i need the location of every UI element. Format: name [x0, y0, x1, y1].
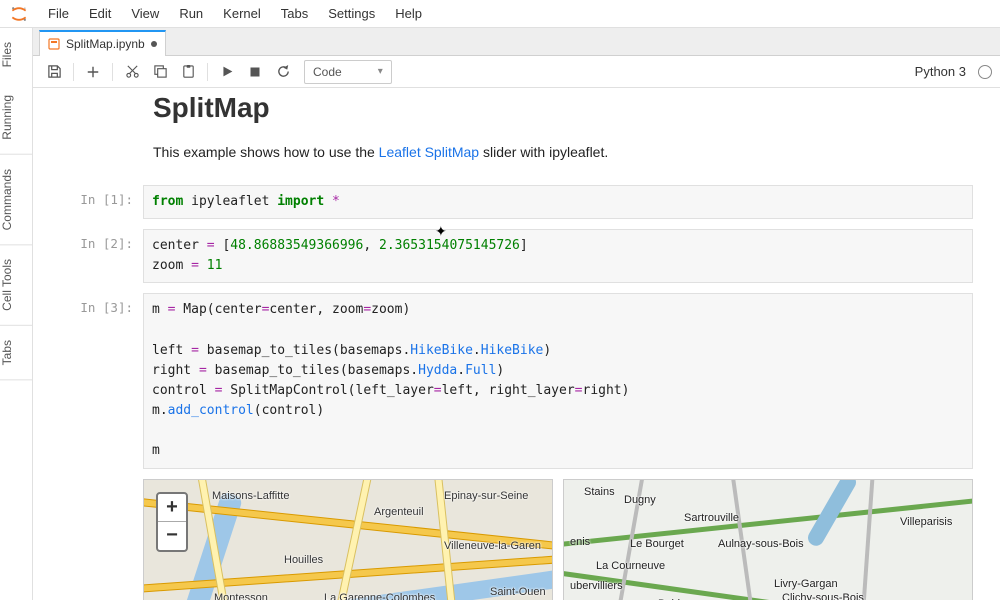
- kernel-name[interactable]: Python 3: [915, 64, 966, 79]
- map-place-label: Livry-Gargan: [774, 578, 838, 590]
- map-place-label: Houilles: [284, 554, 323, 566]
- notebook-toolbar: Code ▾ Python 3: [33, 56, 1000, 88]
- document-tabbar: SplitMap.ipynb: [33, 28, 1000, 56]
- restart-button[interactable]: [270, 59, 296, 85]
- code-input[interactable]: center = [48.86883549366996, 2.365315407…: [143, 229, 973, 283]
- sidebar-tab-commands[interactable]: Commands: [0, 155, 32, 245]
- kernel-status-icon[interactable]: [978, 65, 992, 79]
- cut-button[interactable]: [119, 59, 145, 85]
- cell-output: + −: [153, 479, 973, 600]
- menu-help[interactable]: Help: [385, 2, 432, 25]
- zoom-controls: + −: [156, 492, 188, 552]
- menu-file[interactable]: File: [38, 2, 79, 25]
- map-place-label: Dugny: [624, 494, 656, 506]
- zoom-out-button[interactable]: −: [158, 522, 186, 550]
- toolbar-sep: [207, 63, 208, 81]
- map-place-label: Villeneuve-la-Garen: [444, 540, 541, 552]
- toolbar-sep: [112, 63, 113, 81]
- map-place-label: Sartrouville: [684, 512, 739, 524]
- map-right-pane[interactable]: Stains Dugny Sartrouville Le Bourget La Cour…: [563, 479, 973, 600]
- map-place-label: Aulnay-sous-Bois: [718, 538, 804, 550]
- sidebar-tabs: Files Running Commands Cell Tools Tabs: [0, 28, 33, 600]
- page-title: SplitMap: [153, 92, 973, 124]
- chevron-down-icon: ▾: [378, 66, 383, 77]
- map-place-label: Le Bourget: [630, 538, 684, 550]
- sidebar-tab-files[interactable]: Files: [0, 28, 32, 81]
- map-left-pane[interactable]: + −: [143, 479, 553, 600]
- map-place-label: enis: [570, 536, 590, 548]
- map-place-label: Epinay-sur-Seine: [444, 490, 528, 502]
- stop-button[interactable]: [242, 59, 268, 85]
- code-input[interactable]: m = Map(center=center, zoom=zoom) left =…: [143, 293, 973, 468]
- jupyter-logo: [8, 3, 30, 25]
- map-place-label: Villeparisis: [900, 516, 952, 528]
- sidebar-tab-running[interactable]: Running: [0, 81, 32, 155]
- map-place-label: Clichy-sous-Bois: [782, 592, 864, 600]
- link-leaflet-splitmap[interactable]: Leaflet SplitMap: [379, 144, 479, 160]
- map-place-label: Stains: [584, 486, 615, 498]
- zoom-in-button[interactable]: +: [158, 494, 186, 522]
- code-cell[interactable]: In [2]: center = [48.86883549366996, 2.3…: [153, 229, 973, 283]
- add-cell-button[interactable]: [80, 59, 106, 85]
- save-button[interactable]: [41, 59, 67, 85]
- celltype-select[interactable]: Code ▾: [304, 60, 392, 84]
- map-place-label: ubervilliers: [570, 580, 623, 592]
- celltype-label: Code: [313, 65, 342, 79]
- code-input[interactable]: from ipyleaflet import *: [143, 185, 973, 219]
- splitmap-widget[interactable]: + −: [143, 479, 973, 600]
- menu-settings[interactable]: Settings: [318, 2, 385, 25]
- sidebar-tab-tabs[interactable]: Tabs: [0, 326, 32, 380]
- dirty-indicator-icon: [151, 41, 157, 47]
- output-prompt: [53, 479, 143, 600]
- code-cell[interactable]: In [1]: from ipyleaflet import *: [153, 185, 973, 219]
- map-place-label: Maisons-Laffitte: [212, 490, 289, 502]
- notebook-icon: [48, 38, 60, 50]
- map-place-label: La Courneuve: [596, 560, 665, 572]
- paste-button[interactable]: [175, 59, 201, 85]
- run-button[interactable]: [214, 59, 240, 85]
- document-tab-label: SplitMap.ipynb: [66, 37, 145, 51]
- menu-edit[interactable]: Edit: [79, 2, 121, 25]
- menu-run[interactable]: Run: [169, 2, 213, 25]
- menu-view[interactable]: View: [121, 2, 169, 25]
- markdown-body: This example shows how to use the Leafle…: [153, 142, 973, 163]
- copy-button[interactable]: [147, 59, 173, 85]
- code-cell[interactable]: In [3]: m = Map(center=center, zoom=zoom…: [153, 293, 973, 468]
- toolbar-sep: [73, 63, 74, 81]
- map-place-label: Montesson: [214, 592, 268, 600]
- cell-prompt: In [3]:: [53, 293, 143, 468]
- notebook-panel[interactable]: SplitMap This example shows how to use t…: [33, 88, 1000, 600]
- menubar: File Edit View Run Kernel Tabs Settings …: [0, 0, 1000, 28]
- menu-kernel[interactable]: Kernel: [213, 2, 271, 25]
- document-tab-active[interactable]: SplitMap.ipynb: [39, 30, 166, 56]
- cell-prompt: In [1]:: [53, 185, 143, 219]
- map-place-label: Saint-Ouen: [490, 586, 546, 598]
- menu-tabs[interactable]: Tabs: [271, 2, 318, 25]
- map-place-label: La Garenne-Colombes: [324, 592, 435, 600]
- cell-prompt: In [2]:: [53, 229, 143, 283]
- sidebar-tab-celltools[interactable]: Cell Tools: [0, 245, 32, 326]
- map-place-label: Argenteuil: [374, 506, 424, 518]
